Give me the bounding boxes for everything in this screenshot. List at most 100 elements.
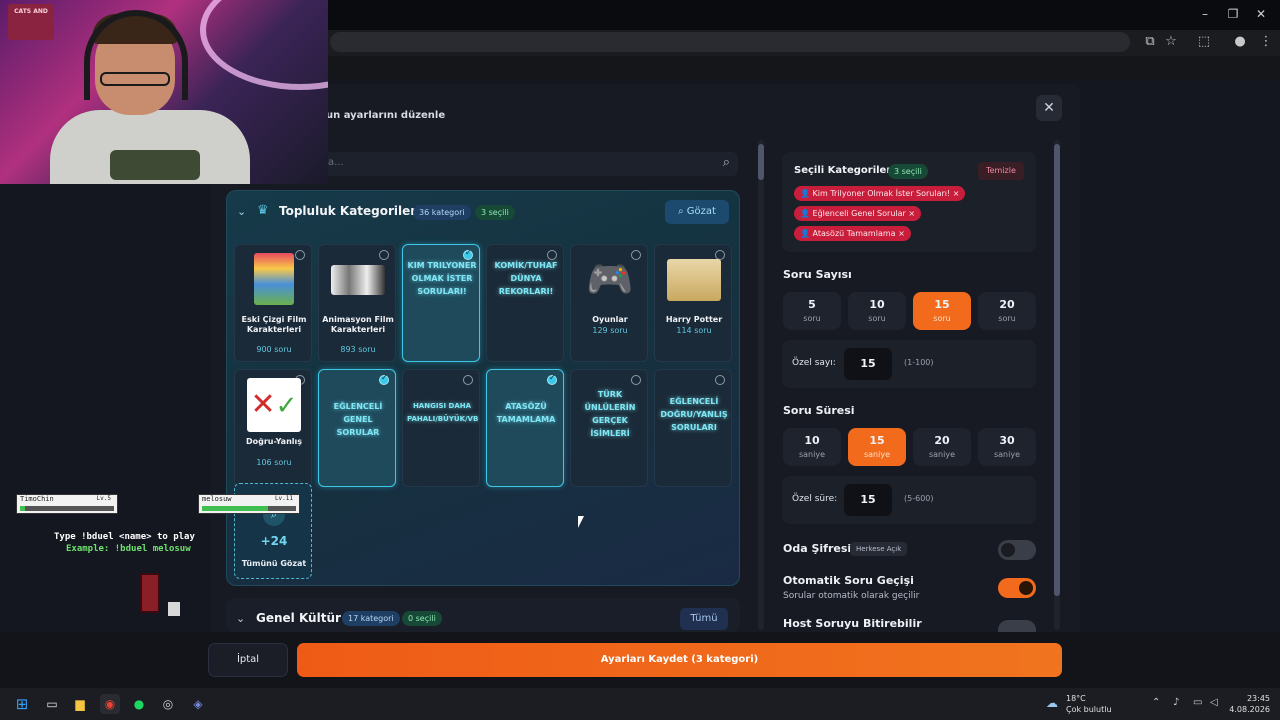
- card-radio[interactable]: [463, 375, 473, 385]
- community-section-header[interactable]: ⌄ ♛ Topluluk Kategorileri 36 kategori 3 …: [227, 191, 739, 235]
- player-name: TimoChin: [20, 495, 54, 503]
- card-radio[interactable]: [295, 250, 305, 260]
- close-icon: ✕: [1043, 100, 1055, 116]
- minimize-icon[interactable]: –: [1196, 6, 1214, 22]
- volume-icon[interactable]: ◁: [1210, 697, 1218, 708]
- custom-count-box: Özel sayı: 15 (1-100): [782, 340, 1036, 388]
- task-view-icon[interactable]: ▭: [42, 694, 62, 714]
- pixel-character: [140, 573, 160, 613]
- clock-date: 4.08.2026: [1229, 705, 1270, 714]
- card-radio[interactable]: [631, 375, 641, 385]
- selected-tag[interactable]: 👤 Atasözü Tamamlama ×: [794, 226, 911, 241]
- install-app-icon[interactable]: ⧉: [1142, 34, 1158, 50]
- auto-advance-label: Otomatik Soru Geçişi: [783, 574, 914, 587]
- general-knowledge-section[interactable]: ⌄ Genel Kültür 17 kategori 0 seçili Tümü: [226, 598, 740, 632]
- section-title: Topluluk Kategorileri: [279, 204, 421, 218]
- close-button[interactable]: ✕: [1036, 95, 1062, 121]
- custom-time-label: Özel süre:: [792, 494, 838, 504]
- card-radio-checked[interactable]: ✓: [547, 373, 557, 385]
- option-unit: soru: [998, 314, 1016, 323]
- card-count: 893 soru: [340, 345, 376, 354]
- category-card-fun-general[interactable]: ✓ EĞLENCELİ GENEL SORULAR: [318, 369, 396, 487]
- weather-widget[interactable]: 18°C Çok bulutlu: [1066, 693, 1112, 715]
- category-card-fun-true-false[interactable]: EĞLENCELİ DOĞRU/YANLIŞ SORULARI: [654, 369, 732, 487]
- bookmark-star-icon[interactable]: ☆: [1163, 34, 1179, 50]
- card-radio[interactable]: [715, 375, 725, 385]
- custom-time-box: Özel süre: 15 (5-600): [782, 476, 1036, 524]
- file-explorer-icon[interactable]: ▆: [70, 694, 90, 714]
- microphone-icon[interactable]: ♪: [1173, 697, 1179, 708]
- search-placeholder: a...: [328, 157, 344, 168]
- scrollbar-thumb[interactable]: [1054, 144, 1060, 596]
- selected-tag[interactable]: 👤 Eğlenceli Genel Sorular ×: [794, 206, 922, 221]
- category-count-badge: 36 kategori: [413, 205, 471, 220]
- extensions-icon[interactable]: ⬚: [1196, 34, 1212, 50]
- option-value: 10: [804, 434, 820, 447]
- option-unit: saniye: [993, 450, 1021, 459]
- window-close-icon[interactable]: ✕: [1252, 6, 1270, 22]
- question-count-option-5[interactable]: 5 soru: [783, 292, 841, 330]
- card-radio[interactable]: [379, 250, 389, 260]
- category-card-animation[interactable]: Animasyon Film Karakterleri 893 soru: [318, 244, 396, 362]
- category-scrollbar[interactable]: [758, 140, 764, 630]
- spotify-icon[interactable]: ●: [129, 694, 149, 714]
- restore-icon[interactable]: ❐: [1224, 6, 1242, 22]
- question-time-option-10[interactable]: 10 saniye: [783, 428, 841, 466]
- category-card-millionaire[interactable]: ✓ KIM TRILYONER OLMAK İSTER SORULARI!: [402, 244, 480, 362]
- chrome-icon[interactable]: ◉: [100, 694, 120, 714]
- settings-scrollbar[interactable]: [1054, 140, 1060, 630]
- option-value: 5: [808, 298, 816, 311]
- question-count-option-15[interactable]: 15 soru: [913, 292, 971, 330]
- clear-button[interactable]: Temizle: [978, 162, 1024, 180]
- host-finish-toggle[interactable]: [998, 620, 1036, 632]
- question-count-option-10[interactable]: 10 soru: [848, 292, 906, 330]
- tag-label: Atasözü Tamamlama: [812, 229, 896, 238]
- card-neon-title: TÜRK ÜNLÜLERİN GERÇEK İSİMLERİ: [584, 390, 636, 438]
- address-bar[interactable]: [330, 32, 1130, 52]
- display-icon[interactable]: ▭: [1193, 697, 1202, 708]
- browser-menu-icon[interactable]: ⋮: [1258, 34, 1274, 50]
- question-count-option-20[interactable]: 20 soru: [978, 292, 1036, 330]
- custom-time-input[interactable]: 15: [844, 484, 892, 516]
- room-password-toggle[interactable]: [998, 540, 1036, 560]
- obs-icon[interactable]: ◎: [158, 694, 178, 714]
- tray-chevron-icon[interactable]: ⌃: [1152, 697, 1160, 708]
- all-button[interactable]: Tümü: [680, 608, 728, 630]
- profile-icon[interactable]: ●: [1232, 34, 1248, 50]
- custom-count-input[interactable]: 15: [844, 348, 892, 380]
- category-card-world-records[interactable]: KOMİK/TUHAF DÜNYA REKORLARI!: [486, 244, 564, 362]
- remove-tag-icon[interactable]: ×: [898, 229, 905, 238]
- discord-icon[interactable]: ◈: [188, 694, 208, 714]
- category-card-cartoon[interactable]: Eski Çizgi Film Karakterleri 900 soru: [234, 244, 312, 362]
- system-clock[interactable]: 23:45 4.08.2026: [1226, 693, 1270, 715]
- question-time-option-15[interactable]: 15 saniye: [848, 428, 906, 466]
- category-card-proverbs[interactable]: ✓ ATASÖZÜ TAMAMLAMA: [486, 369, 564, 487]
- category-card-which-more[interactable]: HANGISI DAHA PAHALI/BÜYÜK/VB: [402, 369, 480, 487]
- category-card-true-false[interactable]: ✕✓ Doğru-Yanlış 106 soru: [234, 369, 312, 487]
- card-neon-title: EĞLENCELİ DOĞRU/YANLIŞ SORULARI: [660, 397, 728, 432]
- category-card-harry-potter[interactable]: Harry Potter 114 soru: [654, 244, 732, 362]
- hp-fill: [20, 506, 25, 511]
- question-time-option-20[interactable]: 20 saniye: [913, 428, 971, 466]
- browse-button[interactable]: ⌕ Gözat: [665, 200, 729, 224]
- option-unit: soru: [933, 314, 951, 323]
- option-unit: saniye: [928, 450, 956, 459]
- remove-tag-icon[interactable]: ×: [908, 209, 915, 218]
- selected-tag[interactable]: 👤 Kim Trilyoner Olmak İster Soruları! ×: [794, 186, 966, 201]
- category-search-input[interactable]: a... ⌕: [310, 152, 738, 176]
- scrollbar-thumb[interactable]: [758, 144, 764, 180]
- save-settings-button[interactable]: Ayarları Kaydet (3 kategori): [297, 643, 1062, 677]
- remove-tag-icon[interactable]: ×: [953, 189, 960, 198]
- category-card-games[interactable]: 🎮 Oyunlar 129 soru: [570, 244, 648, 362]
- card-neon-title: KIM TRILYONER OLMAK İSTER SORULARI!: [407, 261, 477, 296]
- auto-advance-toggle[interactable]: [998, 578, 1036, 598]
- weather-cloud-icon: ☁: [1046, 696, 1058, 710]
- chevron-down-icon: ⌄: [237, 205, 247, 218]
- card-radio-checked[interactable]: ✓: [379, 373, 389, 385]
- option-unit: soru: [803, 314, 821, 323]
- duel-instruction: Type !bduel <name> to play: [54, 532, 195, 542]
- category-card-turkish-celebs[interactable]: TÜRK ÜNLÜLERİN GERÇEK İSİMLERİ: [570, 369, 648, 487]
- question-time-option-30[interactable]: 30 saniye: [978, 428, 1036, 466]
- windows-start-icon[interactable]: ⊞: [12, 694, 32, 714]
- cancel-button[interactable]: İptal: [208, 643, 288, 677]
